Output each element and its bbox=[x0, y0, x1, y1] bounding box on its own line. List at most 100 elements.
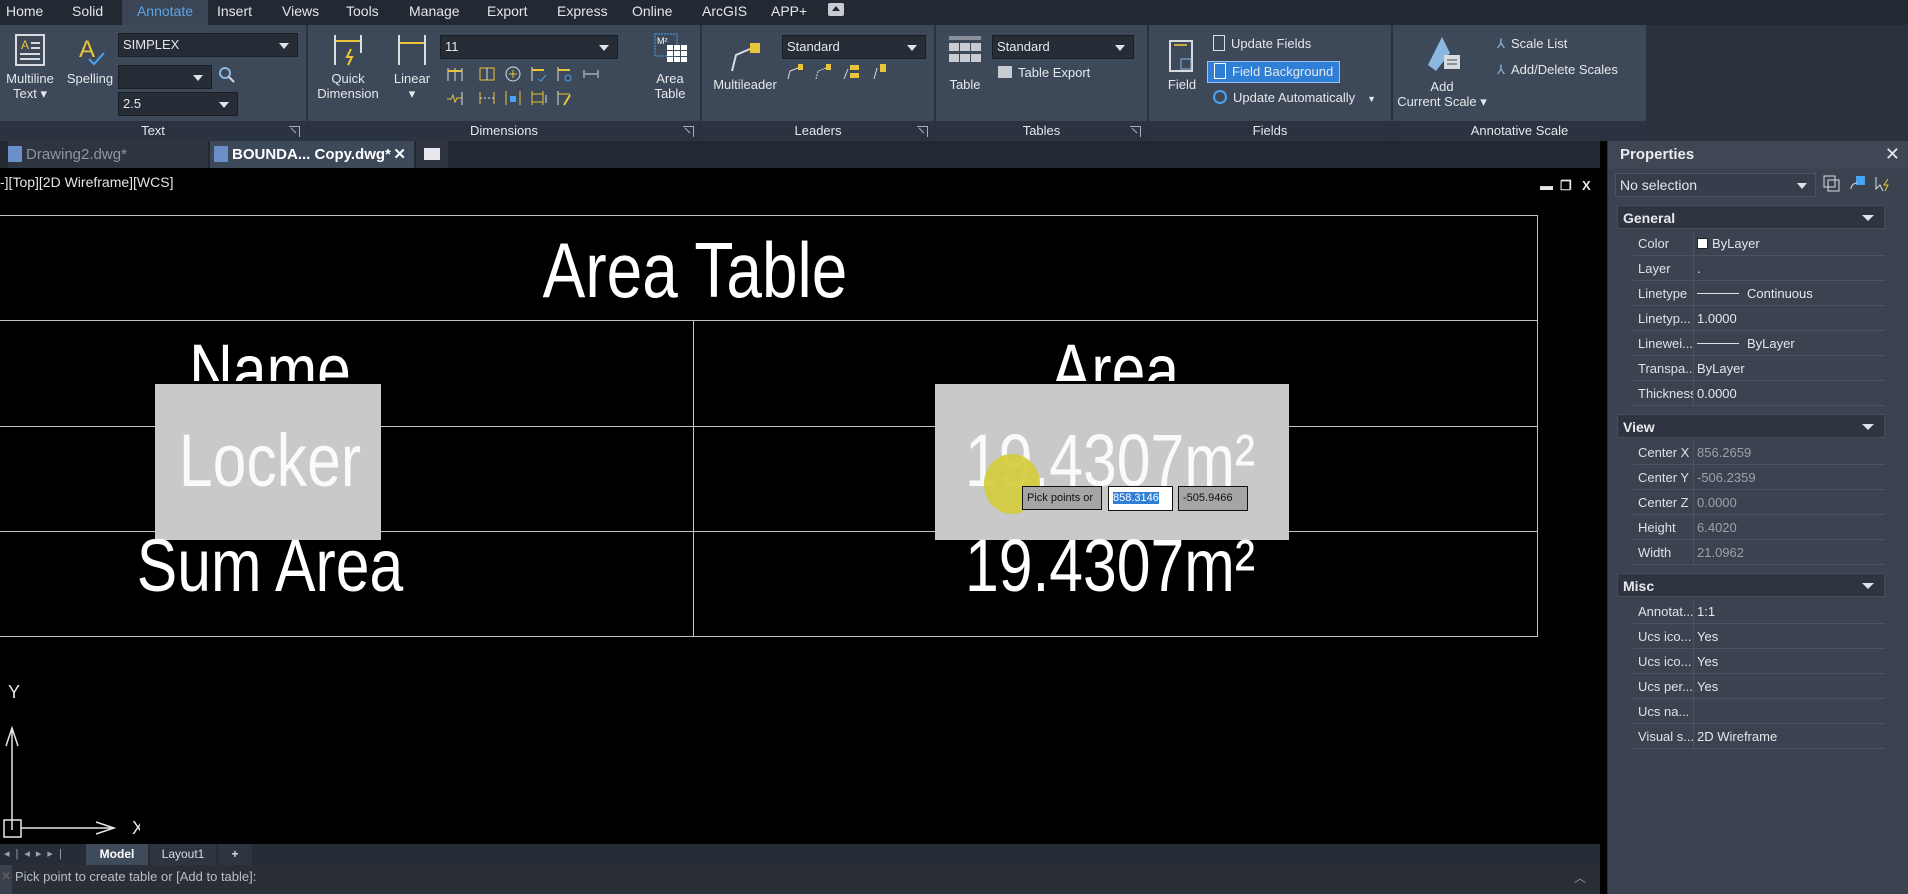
viewport-restore-icon[interactable]: ❐ bbox=[1560, 178, 1572, 194]
find-replace-icon[interactable] bbox=[218, 66, 236, 84]
text-style-combo[interactable]: SIMPLEX bbox=[118, 33, 298, 57]
dim-reassociate-icon[interactable] bbox=[530, 65, 548, 83]
property-row[interactable]: Thickness 0.0000 bbox=[1633, 381, 1885, 406]
drawing-viewport[interactable]: -][Top][2D Wireframe][WCS] ▬ ❐ X Area Ta… bbox=[0, 168, 1600, 844]
scale-list-button[interactable]: ⅄ Scale List bbox=[1497, 35, 1567, 53]
section-view[interactable]: View bbox=[1617, 414, 1885, 438]
table-title[interactable]: Area Table bbox=[519, 230, 872, 310]
find-text-field[interactable] bbox=[118, 65, 212, 89]
dim-update-icon[interactable] bbox=[556, 65, 574, 83]
tab-arcgis[interactable]: ArcGIS bbox=[696, 0, 753, 25]
update-automatically-dropdown-icon[interactable]: ▼ bbox=[1367, 94, 1376, 104]
command-expand-icon[interactable]: ︿ bbox=[1574, 869, 1586, 886]
layout-tab-model[interactable]: Model bbox=[86, 844, 148, 865]
property-value[interactable]: -506.2359 bbox=[1693, 465, 1885, 490]
property-row[interactable]: Ucs ico... Yes bbox=[1633, 624, 1885, 649]
tab-app-plus[interactable]: APP+ bbox=[765, 0, 813, 25]
viewport-label[interactable]: -][Top][2D Wireframe][WCS] bbox=[0, 174, 173, 190]
property-value[interactable]: Yes bbox=[1693, 674, 1885, 699]
layout-tab-layout1[interactable]: Layout1 bbox=[150, 844, 216, 865]
linear-dropdown-icon[interactable]: ▾ bbox=[388, 86, 436, 101]
dynamic-input-x-field[interactable]: 858.3146 bbox=[1108, 486, 1173, 511]
property-value[interactable]: . bbox=[1693, 256, 1885, 281]
add-delete-scales-button[interactable]: ⅄ Add/Delete Scales bbox=[1497, 61, 1618, 79]
text-panel-launcher-icon[interactable] bbox=[289, 126, 300, 137]
property-value[interactable]: 1.0000 bbox=[1693, 306, 1885, 331]
property-row[interactable]: Width 21.0962 bbox=[1633, 540, 1885, 565]
collapse-section-icon[interactable] bbox=[1862, 215, 1874, 221]
property-value[interactable]: 1:1 bbox=[1693, 599, 1885, 624]
new-tab-button[interactable] bbox=[416, 141, 448, 168]
property-value[interactable]: 0.0000 bbox=[1693, 490, 1885, 515]
property-row[interactable]: Annotat... 1:1 bbox=[1633, 599, 1885, 624]
table-cell-sum-area[interactable]: Sum Area bbox=[114, 526, 426, 606]
area-table-button[interactable]: M² Area Table bbox=[648, 33, 692, 101]
property-value[interactable]: ByLayer bbox=[1693, 331, 1885, 356]
property-row[interactable]: Ucs na... bbox=[1633, 699, 1885, 724]
multiline-text-button[interactable]: A Multiline Text ▾ bbox=[2, 33, 58, 101]
ribbon-collapse-icon[interactable] bbox=[828, 3, 844, 16]
property-row[interactable]: Transpa... ByLayer bbox=[1633, 356, 1885, 381]
tab-online[interactable]: Online bbox=[626, 0, 678, 25]
tab-tools[interactable]: Tools bbox=[340, 0, 385, 25]
linear-button[interactable]: Linear ▾ bbox=[388, 33, 436, 101]
doc-tab-drawing2[interactable]: Drawing2.dwg* bbox=[8, 141, 208, 168]
tab-express[interactable]: Express bbox=[551, 0, 614, 25]
tab-annotate[interactable]: Annotate bbox=[122, 0, 208, 25]
property-row[interactable]: Layer. bbox=[1633, 256, 1885, 281]
dimension-style-combo[interactable]: 11 bbox=[440, 35, 618, 59]
quick-select-icon[interactable] bbox=[1874, 175, 1892, 193]
tab-manage[interactable]: Manage bbox=[403, 0, 466, 25]
property-row[interactable]: Linetype Continuous bbox=[1633, 281, 1885, 306]
dimension-break-icon[interactable] bbox=[478, 65, 496, 83]
table-style-combo[interactable]: Standard bbox=[992, 35, 1134, 59]
add-layout-button[interactable]: + bbox=[218, 844, 252, 865]
add-leader-icon[interactable] bbox=[786, 63, 804, 81]
property-value[interactable]: 2D Wireframe bbox=[1693, 724, 1885, 749]
leaders-panel-launcher-icon[interactable] bbox=[917, 126, 928, 137]
table-export-button[interactable]: Table Export bbox=[998, 64, 1090, 82]
table-cell-locker[interactable]: Locker bbox=[147, 421, 393, 501]
selection-combo[interactable]: No selection bbox=[1615, 173, 1816, 197]
property-row[interactable]: Center Z 0.0000 bbox=[1633, 490, 1885, 515]
tab-solid[interactable]: Solid bbox=[66, 0, 109, 25]
viewport-close-icon[interactable]: X bbox=[1582, 178, 1591, 193]
section-misc[interactable]: Misc bbox=[1617, 573, 1885, 597]
dim-oblique-icon[interactable] bbox=[504, 89, 522, 107]
dimension-tolerance-icon[interactable] bbox=[478, 89, 496, 107]
property-row[interactable]: Visual s... 2D Wireframe bbox=[1633, 724, 1885, 749]
properties-close-icon[interactable]: ✕ bbox=[1885, 144, 1900, 165]
property-row[interactable]: Ucs per... Yes bbox=[1633, 674, 1885, 699]
doc-tab-bounda-copy[interactable]: BOUNDA... Copy.dwg* ✕ bbox=[210, 141, 414, 168]
property-row[interactable]: Linewei... ByLayer bbox=[1633, 331, 1885, 356]
remove-leader-icon[interactable] bbox=[814, 63, 832, 81]
update-fields-button[interactable]: Update Fields bbox=[1213, 35, 1311, 53]
dimensions-panel-launcher-icon[interactable] bbox=[683, 126, 694, 137]
field-background-button[interactable]: Field Background bbox=[1207, 61, 1341, 83]
update-automatically-button[interactable]: Update Automatically ▼ bbox=[1213, 89, 1376, 108]
add-current-scale-button[interactable]: Add Current Scale ▾ bbox=[1395, 35, 1489, 109]
baseline-dimension-icon[interactable] bbox=[446, 65, 464, 83]
property-row[interactable]: Color ByLayer bbox=[1633, 231, 1885, 256]
layout-nav-arrows-icon[interactable]: ◂|◂▸▸| bbox=[4, 847, 68, 860]
command-close-icon[interactable]: ✕ bbox=[0, 865, 12, 894]
tab-export[interactable]: Export bbox=[481, 0, 533, 25]
property-row[interactable]: Height 6.4020 bbox=[1633, 515, 1885, 540]
collect-leaders-icon[interactable] bbox=[870, 63, 888, 81]
select-objects-icon[interactable] bbox=[1849, 175, 1867, 193]
field-button[interactable]: Field bbox=[1163, 39, 1201, 92]
property-value[interactable]: Continuous bbox=[1693, 281, 1885, 306]
center-mark-icon[interactable] bbox=[504, 65, 522, 83]
dim-space-icon[interactable] bbox=[582, 65, 600, 83]
align-leaders-icon[interactable] bbox=[842, 63, 860, 81]
property-value[interactable]: Yes bbox=[1693, 649, 1885, 674]
section-general[interactable]: General bbox=[1617, 205, 1885, 229]
text-height-combo[interactable]: 2.5 bbox=[118, 92, 238, 116]
property-value[interactable]: 0.0000 bbox=[1693, 381, 1885, 406]
toggle-pickadd-icon[interactable] bbox=[1823, 175, 1841, 193]
property-value[interactable] bbox=[1693, 699, 1885, 724]
tab-home[interactable]: Home bbox=[0, 0, 49, 25]
tab-views[interactable]: Views bbox=[276, 0, 325, 25]
collapse-section-icon[interactable] bbox=[1862, 424, 1874, 430]
property-row[interactable]: Center Y -506.2359 bbox=[1633, 465, 1885, 490]
